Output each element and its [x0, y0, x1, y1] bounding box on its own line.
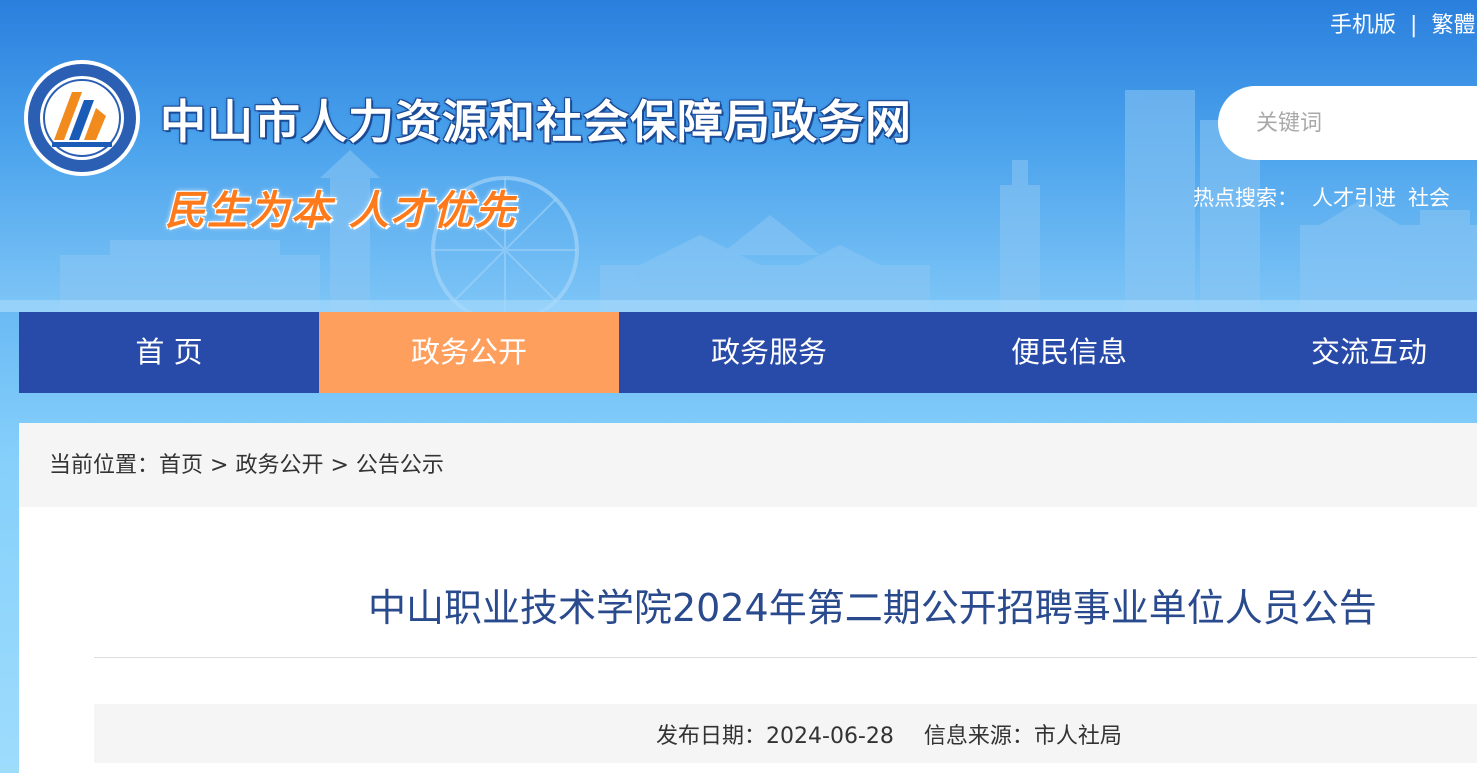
nav-item-government-services[interactable]: 政务服务: [619, 312, 919, 393]
hot-search-item-talent[interactable]: 人才引进: [1312, 186, 1396, 210]
search-input[interactable]: [1218, 86, 1477, 160]
top-links: 手机版 | 繁體: [1330, 7, 1477, 39]
slogan: 民生为本 人才优先: [165, 187, 517, 234]
publish-date-label: 发布日期：: [656, 724, 767, 749]
nav-item-government-affairs[interactable]: 政务公开: [319, 312, 619, 393]
hot-search-item-social[interactable]: 社会: [1408, 186, 1450, 210]
title-divider: [94, 657, 1477, 658]
main-nav: 首 页 政务公开 政务服务 便民信息 交流互动: [19, 312, 1477, 393]
article-meta: 发布日期：2024-06-28 信息来源：市人社局: [656, 718, 1122, 750]
nav-item-home[interactable]: 首 页: [19, 312, 319, 393]
site-title: 中山市人力资源和社会保障局政务网: [160, 95, 912, 149]
content-panel: 当前位置：首页 > 政务公开 > 公告公示 中山职业技术学院2024年第二期公开招聘事业…: [19, 423, 1477, 773]
source-label: 信息来源：: [923, 724, 1034, 749]
source-value: 市人社局: [1033, 724, 1122, 749]
bureau-emblem-logo[interactable]: [22, 58, 142, 178]
breadcrumb-prefix: 当前位置：: [49, 453, 160, 478]
breadcrumb-separator: >: [330, 453, 349, 478]
traditional-chinese-link[interactable]: 繁體: [1431, 13, 1475, 38]
mobile-version-link[interactable]: 手机版: [1330, 13, 1396, 38]
nav-item-interaction[interactable]: 交流互动: [1219, 312, 1477, 393]
breadcrumb-government-affairs[interactable]: 政务公开: [235, 453, 323, 478]
breadcrumb-announcements[interactable]: 公告公示: [356, 453, 444, 478]
breadcrumb-home[interactable]: 首页: [159, 453, 203, 478]
article-title: 中山职业技术学院2024年第二期公开招聘事业单位人员公告: [368, 586, 1377, 630]
header: 手机版 | 繁體 中山市人力资源和社会保障局政务网 民生为本 人才优先 热点搜索： 人…: [0, 0, 1477, 312]
breadcrumb-separator: >: [210, 453, 229, 478]
breadcrumb: 当前位置：首页 > 政务公开 > 公告公示: [19, 423, 1477, 507]
nav-item-public-info[interactable]: 便民信息: [919, 312, 1219, 393]
article-meta-bar: 发布日期：2024-06-28 信息来源：市人社局: [94, 704, 1477, 763]
hot-search: 热点搜索： 人才引进 社会: [1193, 182, 1450, 212]
publish-date: 2024-06-28: [766, 724, 894, 749]
top-links-separator: |: [1410, 13, 1418, 38]
hot-search-label: 热点搜索：: [1193, 186, 1298, 210]
